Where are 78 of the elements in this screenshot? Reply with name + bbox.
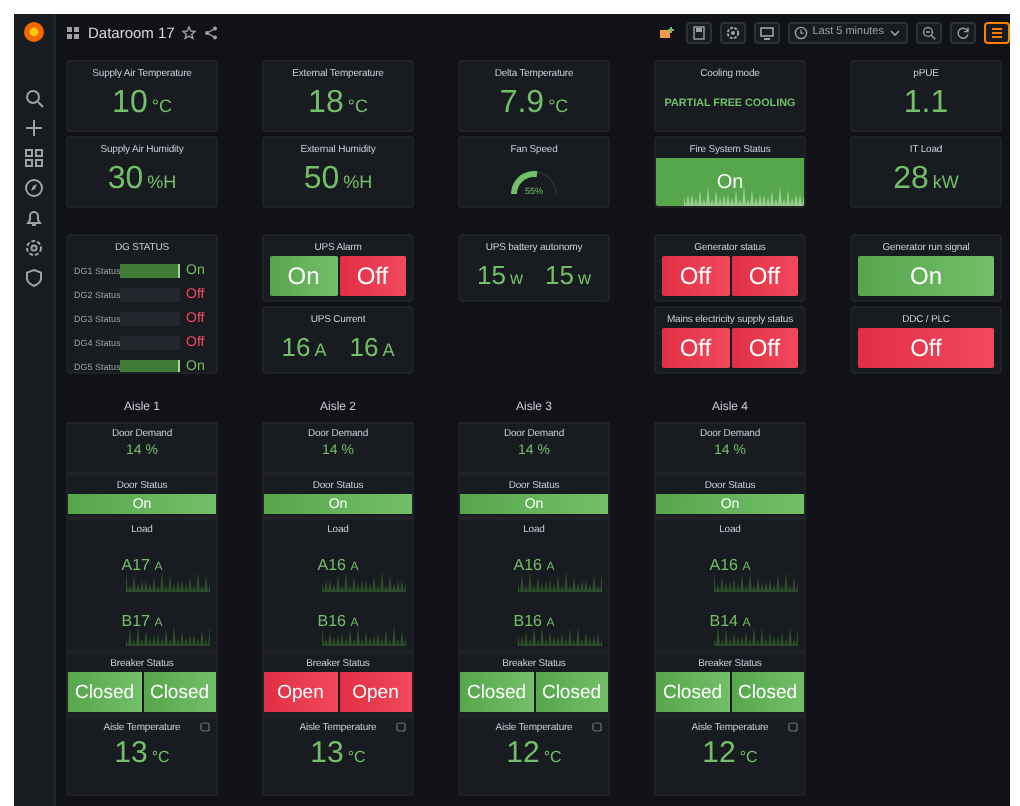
stat-value: 16: [281, 330, 311, 366]
status-tile: Open: [264, 672, 337, 712]
unit-label: °C: [548, 96, 569, 116]
dashboards-icon: [66, 25, 80, 39]
status-tile: Off: [731, 328, 798, 368]
settings-icon: [726, 25, 741, 39]
caret-icon: [888, 25, 902, 39]
link-icon[interactable]: [396, 722, 406, 732]
stat-value: 12: [702, 736, 736, 770]
status-tile: Off: [662, 328, 729, 368]
status-tile: Closed: [460, 672, 533, 712]
settings-button[interactable]: [720, 21, 747, 43]
monitor-button[interactable]: [754, 21, 781, 43]
refresh-button[interactable]: [950, 21, 976, 43]
stat-value: 50: [303, 162, 340, 198]
link-icon[interactable]: [200, 722, 210, 732]
status-tile: Closed: [656, 672, 729, 712]
status-tile: On: [858, 256, 994, 296]
stat-value: 28: [893, 162, 929, 198]
status-tile: Off: [731, 256, 798, 296]
collapse-icon: [990, 25, 1004, 39]
unit-label: °C: [347, 748, 366, 766]
add-panel-button[interactable]: [654, 21, 679, 43]
stat-value: 13: [114, 736, 148, 770]
compass-icon[interactable]: [24, 178, 44, 198]
bar-gauge: [120, 264, 180, 278]
share-icon[interactable]: [204, 25, 219, 39]
refresh-icon: [956, 25, 970, 39]
monitor-icon: [760, 25, 775, 39]
link-icon[interactable]: [788, 722, 798, 732]
save-icon: [692, 25, 707, 39]
stat-value: 7.9: [499, 86, 545, 122]
star-icon[interactable]: [182, 25, 197, 39]
settings-icon[interactable]: [24, 238, 44, 258]
stat-value: 10: [112, 86, 148, 122]
unit-label: °C: [151, 748, 170, 766]
status-tile: Open: [339, 672, 412, 712]
dashboards-icon[interactable]: [24, 148, 44, 168]
logo-icon[interactable]: [22, 20, 46, 44]
stat-value: 13: [310, 736, 344, 770]
stat-value: 15: [545, 258, 574, 294]
status-tile: Off: [339, 256, 406, 296]
zoom-out-button[interactable]: [916, 21, 942, 43]
stat-value: 16: [349, 330, 379, 366]
status-tile: Off: [662, 256, 729, 296]
shield-icon[interactable]: [24, 268, 44, 288]
collapse-button[interactable]: [984, 21, 1010, 43]
unit-label: °C: [543, 748, 562, 766]
unit-label: kW: [932, 172, 959, 192]
status-tile: Closed: [143, 672, 216, 712]
stat-value: 18: [308, 86, 344, 122]
unit-label: A: [314, 340, 327, 360]
unit-label: °C: [739, 748, 758, 766]
unit-label: %H: [343, 172, 373, 192]
status-text: On: [716, 171, 744, 193]
stat-value: 12: [506, 736, 540, 770]
status-tile: On: [270, 256, 337, 296]
status-tile: Closed: [731, 672, 804, 712]
status-tile: Off: [858, 328, 994, 368]
add-panel-icon: [658, 25, 675, 39]
unit-label: w: [509, 268, 523, 288]
stat-value: 30: [107, 162, 144, 198]
search-icon[interactable]: [24, 88, 44, 108]
unit-label: °C: [347, 96, 368, 116]
save-button[interactable]: [686, 21, 713, 43]
unit-label: w: [577, 268, 591, 288]
link-icon[interactable]: [592, 722, 602, 732]
zoom-out-icon: [922, 25, 936, 39]
status-tile: Closed: [535, 672, 608, 712]
unit-label: °C: [151, 96, 172, 116]
status-tile: Closed: [68, 672, 141, 712]
unit-label: %H: [147, 172, 177, 192]
unit-label: A: [382, 340, 395, 360]
plus-icon[interactable]: [24, 118, 44, 138]
bell-icon[interactable]: [24, 208, 44, 228]
stat-value: 15: [477, 258, 506, 294]
stat-value: 1.1: [903, 86, 949, 122]
clock-icon: [794, 25, 809, 39]
